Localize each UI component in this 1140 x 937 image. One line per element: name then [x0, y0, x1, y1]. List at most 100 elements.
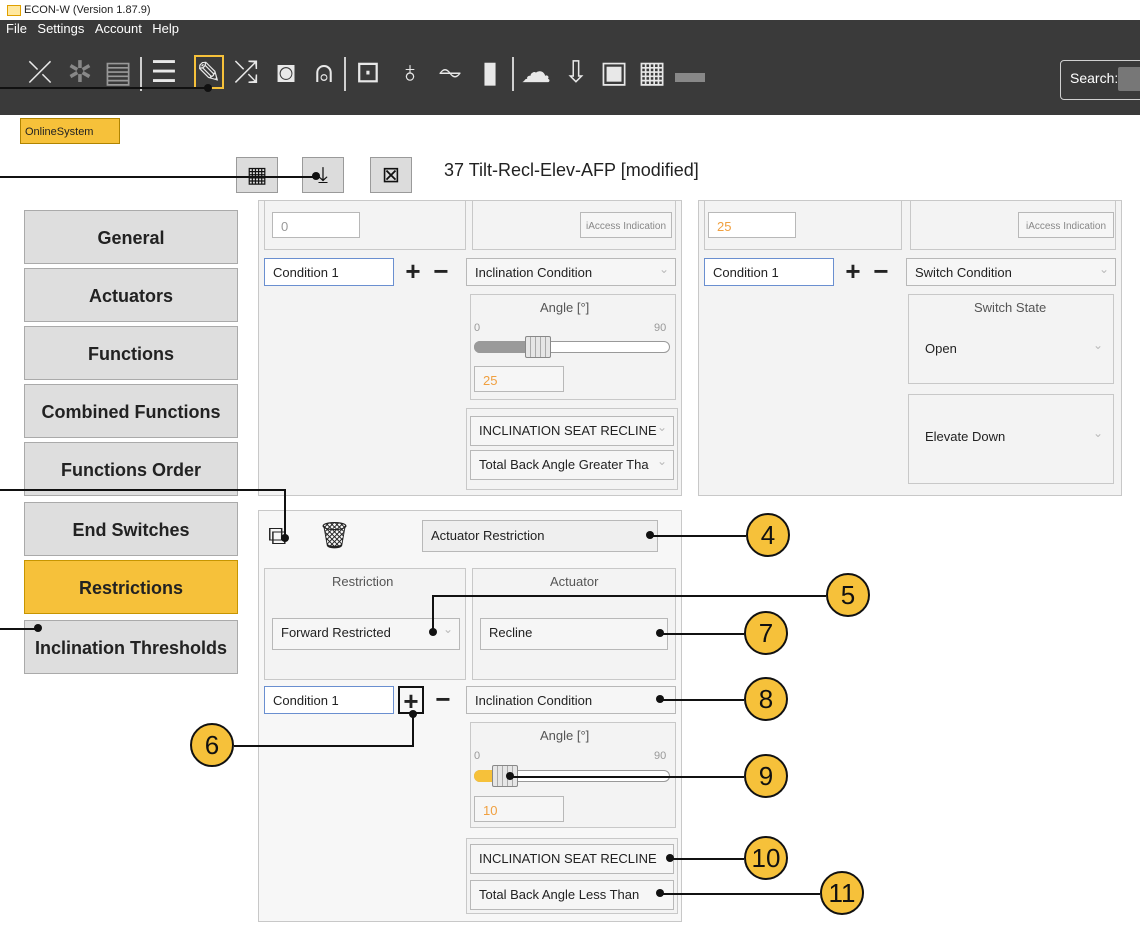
remove-condition-button-bottom[interactable]: − [430, 686, 456, 714]
nav-inclination-thresholds[interactable]: Inclination Thresholds [24, 620, 238, 674]
trash-icon: ⊠ [381, 162, 401, 187]
grid-menu-button[interactable]: ▦ [236, 157, 278, 193]
iaccess-indication-field[interactable]: iAccess Indication [580, 212, 672, 238]
angle-slider-thumb[interactable] [524, 336, 551, 358]
iaccess-indication-field-right[interactable]: iAccess Indication [1018, 212, 1114, 238]
switch-state-dropdown[interactable]: Open [916, 334, 1110, 364]
comparison-dropdown-bottom[interactable]: Total Back Angle Less Than [470, 880, 674, 910]
camera-plus-icon[interactable]: ◙ [268, 53, 304, 93]
leader-line [660, 893, 820, 895]
leader-dot [204, 84, 212, 92]
leader-line [234, 745, 414, 747]
nav-functions[interactable]: Functions [24, 326, 238, 380]
scale-min: 0 [474, 322, 481, 334]
leader-line [0, 176, 316, 178]
condition-select-right[interactable]: Condition 1 [704, 258, 834, 286]
nav-functions-order[interactable]: Functions Order [24, 442, 238, 496]
nav-combined-functions[interactable]: Combined Functions [24, 384, 238, 438]
callout-10: 10 [744, 836, 788, 880]
restriction-label: Restriction [332, 574, 394, 589]
battery-icon[interactable]: ▮ [472, 53, 508, 93]
add-condition-button[interactable]: + [400, 258, 426, 286]
add-condition-button-right[interactable]: + [840, 258, 866, 286]
angle-label: Angle [°] [540, 300, 590, 315]
callout-7: 7 [744, 611, 788, 655]
condition-select[interactable]: Condition 1 [264, 258, 394, 286]
nav-actuators[interactable]: Actuators [24, 268, 238, 322]
clipboard-icon[interactable]: ▦ [634, 53, 670, 93]
search-label: Search: [1070, 70, 1119, 86]
comment-icon[interactable]: ▬ [672, 53, 708, 93]
nav-restrictions[interactable]: Restrictions [24, 560, 238, 614]
leader-line [510, 776, 744, 778]
value-field[interactable]: 0 [272, 212, 360, 238]
scale-max: 90 [654, 322, 667, 334]
switch-state-label: Switch State [974, 300, 1047, 315]
callout-11: 11 [820, 871, 864, 915]
angle-label-bottom: Angle [°] [540, 728, 590, 743]
leader-line [432, 595, 826, 597]
menu-bar: File Settings Account Help [0, 20, 1140, 38]
condition-select-bottom[interactable]: Condition 1 [264, 686, 394, 714]
tab-online-system[interactable]: OnlineSystem [20, 118, 120, 144]
app-icon [7, 5, 21, 16]
leader-dot [666, 854, 674, 862]
stethoscope-icon[interactable]: ♁ [392, 53, 428, 93]
callout-5: 5 [826, 573, 870, 617]
actuator-dropdown[interactable]: Recline [480, 618, 668, 650]
window-title: ECON-W (Version 1.87.9) [24, 4, 151, 16]
leader-dot [409, 710, 417, 718]
leader-dot [646, 531, 654, 539]
leader-line [650, 535, 746, 537]
leader-line [660, 699, 744, 701]
leader-line [670, 858, 744, 860]
leader-dot [656, 695, 664, 703]
download-icon[interactable]: ⇩ [558, 53, 594, 93]
remote-icon[interactable]: ⍝ [306, 53, 342, 93]
title-bar: ECON-W (Version 1.87.9) [0, 0, 1140, 20]
action-dropdown[interactable]: Elevate Down [916, 422, 1110, 452]
menu-help[interactable]: Help [152, 20, 179, 38]
leader-dot [506, 772, 514, 780]
condition-type-dropdown[interactable]: Inclination Condition [466, 258, 676, 286]
condition-type-dropdown-right[interactable]: Switch Condition [906, 258, 1116, 286]
angle-value-field-bottom[interactable]: 10 [474, 796, 564, 822]
image-icon[interactable]: ▣ [596, 53, 632, 93]
cloud-icon[interactable]: ☁ [518, 53, 554, 93]
waveform-icon[interactable]: ⏦ [432, 53, 468, 93]
leader-line [660, 633, 744, 635]
shuffle-icon[interactable]: ⤮ [228, 53, 264, 93]
condition-type-dropdown-bottom[interactable]: Inclination Condition [466, 686, 676, 714]
leader-dot [281, 534, 289, 542]
monitor-icon[interactable]: ⊡ [350, 53, 386, 93]
leader-dot [656, 629, 664, 637]
leader-dot [656, 889, 664, 897]
leader-line [0, 489, 286, 491]
leader-dot [312, 172, 320, 180]
grid-icon: ▦ [246, 162, 268, 187]
trash-icon[interactable]: 🗑︎ [318, 520, 351, 550]
menu-settings[interactable]: Settings [37, 20, 84, 38]
restriction-type-field[interactable]: Actuator Restriction [422, 520, 658, 552]
toolbar: ⤫ ✲ ▤ ☰ ✎ ⤮ ◙ ⍝ ⊡ ♁ ⏦ ▮ ☁ ⇩ ▣ ▦ ▬ [0, 37, 1140, 115]
value-field-right[interactable]: 25 [708, 212, 796, 238]
leader-line [432, 595, 434, 631]
scale-min-bottom: 0 [474, 750, 481, 762]
actuator-label: Actuator [550, 574, 599, 589]
menu-account[interactable]: Account [95, 20, 142, 38]
callout-8: 8 [744, 677, 788, 721]
delete-button[interactable]: ⊠ [370, 157, 412, 193]
download-button[interactable]: ⤓ [302, 157, 344, 193]
leader-line [284, 489, 286, 537]
nav-end-switches[interactable]: End Switches [24, 502, 238, 556]
callout-9: 9 [744, 754, 788, 798]
sensor-dropdown-bottom[interactable]: INCLINATION SEAT RECLINE [470, 844, 674, 874]
remove-condition-button-right[interactable]: − [868, 258, 894, 286]
search-input[interactable] [1118, 67, 1140, 91]
sensor-dropdown[interactable]: INCLINATION SEAT RECLINE [470, 416, 674, 446]
remove-condition-button[interactable]: − [428, 258, 454, 286]
angle-value-field[interactable]: 25 [474, 366, 564, 392]
menu-file[interactable]: File [6, 20, 27, 38]
nav-general[interactable]: General [24, 210, 238, 264]
comparison-dropdown[interactable]: Total Back Angle Greater Tha [470, 450, 674, 480]
